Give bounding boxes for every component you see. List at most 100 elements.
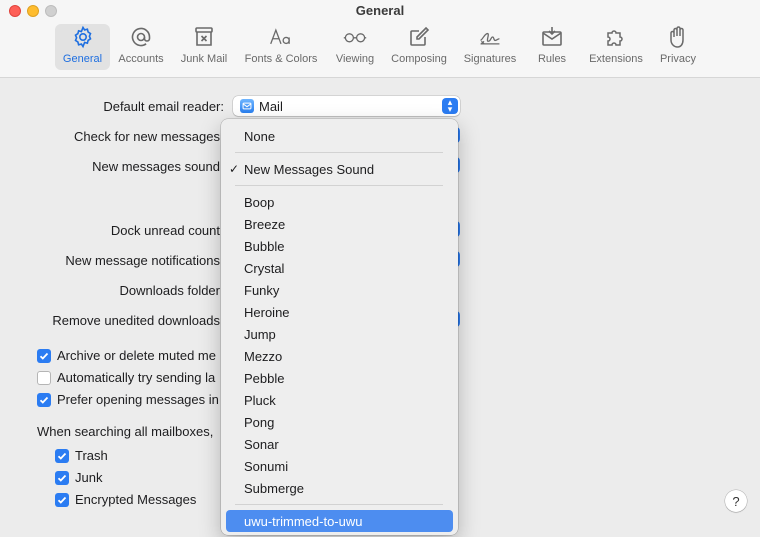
at-icon: [129, 24, 153, 50]
puzzle-icon: [604, 24, 628, 50]
default-reader-popup[interactable]: Mail ▴ ▾: [233, 96, 460, 116]
menu-item-label: Crystal: [244, 260, 285, 276]
downloads-folder-label: Downloads folder: [119, 283, 220, 298]
menu-item-label: Mezzo: [244, 348, 283, 364]
tab-junk-mail-label: Junk Mail: [180, 53, 228, 65]
gear-icon: [71, 24, 95, 50]
tab-rules[interactable]: Rules: [532, 24, 572, 70]
default-reader-value: Mail: [259, 98, 283, 114]
menu-item-none[interactable]: None: [226, 125, 453, 147]
menu-item-label: Boop: [244, 194, 275, 210]
tab-accounts[interactable]: Accounts: [114, 24, 168, 70]
menu-item-label: Sonumi: [244, 458, 289, 474]
menu-item-label: Pebble: [244, 370, 285, 386]
sound-dropdown-menu: None ✓ New Messages Sound Boop Breeze Bu…: [221, 119, 458, 535]
tab-signatures-label: Signatures: [463, 53, 517, 65]
trash-label: Trash: [75, 448, 108, 463]
menu-separator: [235, 185, 443, 186]
prefer-opening-checkbox[interactable]: Prefer opening messages in: [37, 392, 220, 407]
dock-unread-label: Dock unread count: [110, 223, 220, 238]
rules-icon: [540, 24, 564, 50]
tab-accounts-label: Accounts: [118, 53, 164, 65]
menu-item-sound[interactable]: Jump: [226, 323, 453, 345]
menu-item-label: None: [244, 128, 276, 144]
tab-privacy[interactable]: Privacy: [655, 24, 701, 70]
tab-general[interactable]: General: [55, 24, 110, 70]
menu-item-label: Funky: [244, 282, 280, 298]
remove-downloads-label: Remove unedited downloads: [52, 313, 220, 328]
menu-item-sound[interactable]: Pluck: [226, 389, 453, 411]
menu-item-sound[interactable]: Mezzo: [226, 345, 453, 367]
tab-junk-mail[interactable]: Junk Mail: [176, 24, 232, 70]
checkmark-icon: [55, 492, 69, 507]
checkbox-empty-icon: [37, 370, 51, 385]
tab-extensions-label: Extensions: [589, 53, 643, 65]
checkmark-icon: [55, 470, 69, 485]
menu-item-label: Submerge: [244, 480, 304, 496]
checkmark-icon: [37, 392, 51, 407]
menu-item-label: Jump: [244, 326, 276, 342]
menu-item-sound[interactable]: Pebble: [226, 367, 453, 389]
tab-composing[interactable]: Composing: [387, 24, 451, 70]
menu-item-label: Pong: [244, 414, 275, 430]
tab-viewing-label: Viewing: [335, 53, 375, 65]
menu-item-sound[interactable]: Pong: [226, 411, 453, 433]
auto-send-label: Automatically try sending la: [57, 370, 216, 385]
tab-general-label: General: [62, 53, 103, 65]
compose-icon: [407, 24, 431, 50]
menu-item-sound[interactable]: Breeze: [226, 213, 453, 235]
menu-item-sound[interactable]: Heroine: [226, 301, 453, 323]
checkmark-icon: ✓: [229, 162, 240, 176]
fonts-icon: [269, 24, 293, 50]
menu-separator: [235, 152, 443, 153]
junk-label: Junk: [75, 470, 103, 485]
menu-item-label: Heroine: [244, 304, 290, 320]
glasses-icon: [343, 24, 367, 50]
tab-fonts-colors-label: Fonts & Colors: [244, 53, 318, 65]
tab-signatures[interactable]: Signatures: [459, 24, 521, 70]
menu-item-label: Breeze: [244, 216, 286, 232]
archive-muted-checkbox[interactable]: Archive or delete muted me: [37, 348, 220, 363]
checkmark-icon: [37, 348, 51, 363]
tab-viewing[interactable]: Viewing: [331, 24, 379, 70]
tab-extensions[interactable]: Extensions: [584, 24, 648, 70]
check-messages-label: Check for new messages: [74, 129, 220, 144]
archive-muted-label: Archive or delete muted me: [57, 348, 216, 363]
menu-item-sound[interactable]: Funky: [226, 279, 453, 301]
menu-item-sound[interactable]: Submerge: [226, 477, 453, 499]
menu-item-sound[interactable]: Boop: [226, 191, 453, 213]
encrypted-messages-checkbox[interactable]: Encrypted Messages: [55, 492, 220, 507]
menu-item-sound[interactable]: Sonar: [226, 433, 453, 455]
junk-checkbox[interactable]: Junk: [55, 470, 220, 485]
mail-app-icon: [240, 99, 254, 113]
menu-separator: [235, 504, 443, 505]
default-reader-label: Default email reader:: [103, 99, 224, 114]
menu-item-sound[interactable]: Crystal: [226, 257, 453, 279]
tab-fonts-colors[interactable]: Fonts & Colors: [240, 24, 322, 70]
prefer-opening-label: Prefer opening messages in: [57, 392, 219, 407]
tab-rules-label: Rules: [537, 53, 567, 65]
tab-composing-label: Composing: [391, 53, 447, 65]
menu-item-sound[interactable]: Bubble: [226, 235, 453, 257]
notifications-label: New message notifications: [65, 253, 220, 268]
menu-item-label: Bubble: [244, 238, 285, 254]
new-sound-label: New messages sound: [92, 159, 220, 174]
tab-privacy-label: Privacy: [659, 53, 697, 65]
help-button[interactable]: ?: [725, 490, 747, 512]
menu-item-label: Sonar: [244, 436, 279, 452]
window-titlebar: General General Accounts Junk Mail Fonts…: [0, 0, 760, 78]
auto-send-checkbox[interactable]: Automatically try sending la: [37, 370, 220, 385]
menu-item-label: New Messages Sound: [244, 161, 375, 177]
trash-checkbox[interactable]: Trash: [55, 448, 220, 463]
hand-icon: [666, 24, 690, 50]
encrypted-messages-label: Encrypted Messages: [75, 492, 197, 507]
chevron-updown-icon: ▴ ▾: [442, 98, 458, 114]
menu-item-new-messages-sound[interactable]: ✓ New Messages Sound: [226, 158, 453, 180]
checkmark-icon: [55, 448, 69, 463]
menu-item-custom-sound[interactable]: uwu-trimmed-to-uwu: [226, 510, 453, 532]
signature-icon: [478, 24, 502, 50]
menu-item-sound[interactable]: Sonumi: [226, 455, 453, 477]
searching-mailboxes-label: When searching all mailboxes,: [37, 424, 214, 439]
menu-item-label: Pluck: [244, 392, 276, 408]
window-title: General: [355, 3, 405, 18]
